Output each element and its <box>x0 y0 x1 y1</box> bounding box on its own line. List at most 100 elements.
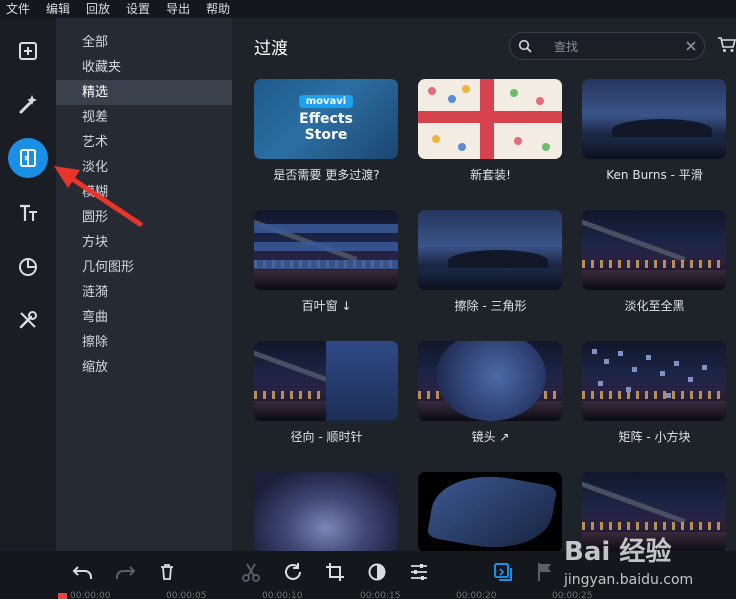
tile-thumbnail <box>254 210 398 290</box>
transition-tile-store[interactable]: movavi Effects Store 是否需要 更多过渡? <box>254 79 399 183</box>
tile-caption: 镜头 ↗ <box>471 430 510 444</box>
crop-icon <box>326 563 344 581</box>
tile-caption: 矩阵 - 小方块 <box>618 430 691 444</box>
undo-button[interactable] <box>72 561 94 583</box>
rotate-button[interactable] <box>282 561 304 583</box>
category-item-block[interactable]: 方块 <box>56 230 232 255</box>
menu-export[interactable]: 导出 <box>166 0 190 18</box>
category-item-geometric[interactable]: 几何图形 <box>56 255 232 280</box>
undo-icon <box>72 566 92 579</box>
menu-file[interactable]: 文件 <box>6 0 30 18</box>
timeline-tick: 00:00:25 <box>552 591 593 599</box>
transition-wizard-button[interactable] <box>492 561 514 583</box>
app-window: 文件 编辑 回放 设置 导出 帮助 全部 收藏夹 精选 视差 艺术 淡化 模糊 … <box>0 0 736 599</box>
transitions-icon <box>20 149 36 167</box>
redo-button[interactable] <box>114 561 136 583</box>
transition-tile-new-pack[interactable]: 新套装! <box>418 79 563 183</box>
category-item-featured[interactable]: 精选 <box>56 80 232 105</box>
transition-tile-ken-burns[interactable]: Ken Burns - 平滑 <box>582 79 727 183</box>
search-input[interactable] <box>554 37 674 57</box>
category-item-zoom[interactable]: 缩放 <box>56 355 232 380</box>
menu-bar: 文件 编辑 回放 设置 导出 帮助 <box>0 0 736 18</box>
tile-caption: 淡化至全黑 <box>624 299 685 313</box>
clip-properties-button[interactable] <box>408 561 430 583</box>
magic-wand-icon <box>19 95 37 114</box>
tile-thumbnail <box>582 341 726 421</box>
crop-button[interactable] <box>324 561 346 583</box>
transitions-panel: 过渡 movavi Effects Store 是否需要 更多过渡? <box>232 18 736 551</box>
stickers-button[interactable] <box>8 247 48 287</box>
category-item-wipe[interactable]: 擦除 <box>56 330 232 355</box>
category-item-blur[interactable]: 模糊 <box>56 180 232 205</box>
transition-tile-matrix[interactable]: 矩阵 - 小方块 <box>582 341 727 445</box>
store-text-line2: Store <box>304 127 348 143</box>
menu-edit[interactable]: 编辑 <box>46 0 70 18</box>
redo-icon <box>116 566 136 579</box>
category-item-favorites[interactable]: 收藏夹 <box>56 55 232 80</box>
trash-icon <box>161 564 173 580</box>
tile-thumbnail <box>582 79 726 159</box>
tile-caption: 是否需要 更多过渡? <box>273 168 380 182</box>
scissors-icon <box>242 563 260 582</box>
search-box <box>509 32 705 60</box>
left-toolbar <box>0 18 56 551</box>
transition-tile-page-curl[interactable] <box>418 472 563 551</box>
transitions-button[interactable] <box>8 138 48 178</box>
tile-thumbnail <box>418 472 562 551</box>
effects-button[interactable] <box>8 84 48 124</box>
timeline-tick: 00:00:15 <box>360 591 401 599</box>
tile-thumbnail <box>418 210 562 290</box>
color-adjust-button[interactable] <box>366 561 388 583</box>
edit-toolbar: 00:00:00 00:00:05 00:00:10 00:00:15 00:0… <box>0 551 736 599</box>
category-item-artistic[interactable]: 艺术 <box>56 130 232 155</box>
contrast-icon <box>368 563 386 581</box>
transition-tile-city[interactable] <box>582 472 727 551</box>
timeline-ruler: 00:00:00 00:00:05 00:00:10 00:00:15 00:0… <box>0 591 736 599</box>
cart-icon[interactable] <box>717 36 736 53</box>
rotate-icon <box>285 563 301 580</box>
transition-tile-swirl[interactable] <box>254 472 399 551</box>
transition-tile-blinds[interactable]: 百叶窗 ↓ <box>254 210 399 314</box>
tools-button[interactable] <box>8 300 48 340</box>
category-list: 全部 收藏夹 精选 视差 艺术 淡化 模糊 圆形 方块 几何图形 涟漪 弯曲 擦… <box>56 18 232 551</box>
category-item-warp[interactable]: 弯曲 <box>56 305 232 330</box>
titles-button[interactable] <box>8 193 48 233</box>
tile-caption: 擦除 - 三角形 <box>454 299 527 313</box>
tile-caption: 百叶窗 ↓ <box>301 299 352 313</box>
page-title: 过渡 <box>254 39 288 59</box>
category-item-parallax[interactable]: 视差 <box>56 105 232 130</box>
tile-caption: 新套装! <box>470 168 511 182</box>
tile-thumbnail <box>418 341 562 421</box>
transition-tile-fade-black[interactable]: 淡化至全黑 <box>582 210 727 314</box>
timeline-tick: 00:00:00 <box>70 591 111 599</box>
clear-icon[interactable] <box>684 39 698 53</box>
tools-icon <box>19 311 37 329</box>
delete-button[interactable] <box>156 561 178 583</box>
cut-button[interactable] <box>240 561 262 583</box>
import-icon <box>19 42 37 60</box>
import-button[interactable] <box>8 31 48 71</box>
playhead[interactable] <box>58 593 67 599</box>
tile-thumbnail <box>582 472 726 551</box>
flag-icon <box>538 563 551 581</box>
transition-wizard-icon <box>494 563 512 581</box>
category-item-fade[interactable]: 淡化 <box>56 155 232 180</box>
timeline-tick: 00:00:20 <box>456 591 497 599</box>
menu-help[interactable]: 帮助 <box>206 0 230 18</box>
menu-settings[interactable]: 设置 <box>126 0 150 18</box>
category-item-circle[interactable]: 圆形 <box>56 205 232 230</box>
category-item-ripple[interactable]: 涟漪 <box>56 280 232 305</box>
transition-tile-radial[interactable]: 径向 - 顺时针 <box>254 341 399 445</box>
tile-thumbnail <box>418 79 562 159</box>
transition-tile-wipe-triangle[interactable]: 擦除 - 三角形 <box>418 210 563 314</box>
menu-playback[interactable]: 回放 <box>86 0 110 18</box>
tile-thumbnail <box>582 210 726 290</box>
tile-thumbnail: movavi Effects Store <box>254 79 398 159</box>
titles-icon <box>20 204 37 221</box>
marker-button[interactable] <box>534 561 556 583</box>
store-text-line1: Effects <box>299 111 353 127</box>
timeline-tick: 00:00:10 <box>262 591 303 599</box>
category-item-all[interactable]: 全部 <box>56 30 232 55</box>
transition-tile-lens[interactable]: 镜头 ↗ <box>418 341 563 445</box>
tile-thumbnail <box>254 341 398 421</box>
